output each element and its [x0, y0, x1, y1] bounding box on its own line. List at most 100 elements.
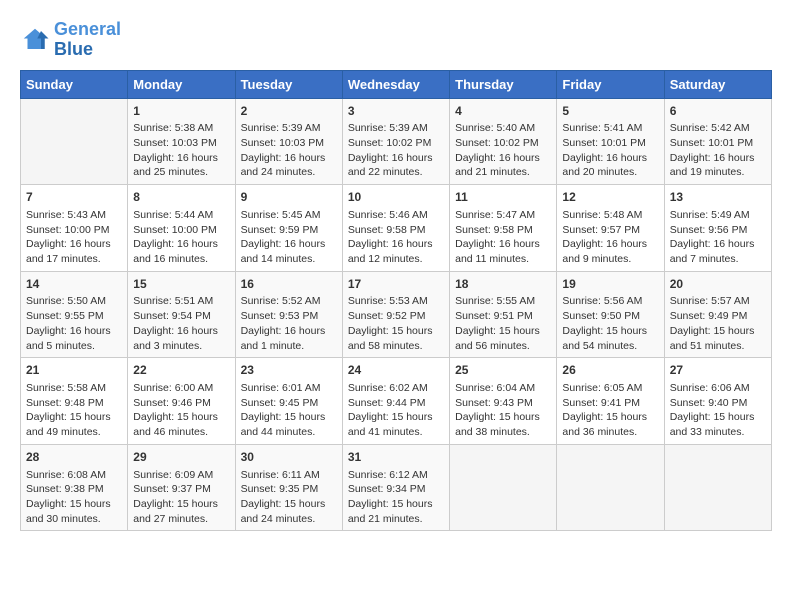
calendar-cell: 13Sunrise: 5:49 AM Sunset: 9:56 PM Dayli… — [664, 185, 771, 272]
calendar-cell: 6Sunrise: 5:42 AM Sunset: 10:01 PM Dayli… — [664, 98, 771, 185]
day-number: 24 — [348, 362, 444, 379]
day-info: Sunrise: 5:39 AM Sunset: 10:02 PM Daylig… — [348, 121, 444, 180]
day-info: Sunrise: 5:48 AM Sunset: 9:57 PM Dayligh… — [562, 208, 658, 267]
calendar-cell: 8 Sunrise: 5:44 AM Sunset: 10:00 PM Dayli… — [128, 185, 235, 272]
day-info: Sunrise: 5:51 AM Sunset: 9:54 PM Dayligh… — [133, 294, 229, 353]
calendar-cell — [450, 444, 557, 531]
calendar-cell: 28 Sunrise: 6:08 AM Sunset: 9:38 PM Dayli… — [21, 444, 128, 531]
day-number: 23 — [241, 362, 337, 379]
day-info: Sunrise: 5:58 AM Sunset: 9:48 PM Dayligh… — [26, 381, 122, 440]
day-info: Sunrise: 5:43 AM Sunset: 10:00 PM Daylig… — [26, 208, 122, 267]
day-info: Sunrise: 5:45 AM Sunset: 9:59 PM Dayligh… — [241, 208, 337, 267]
day-info: Sunrise: 5:47 AM Sunset: 9:58 PM Dayligh… — [455, 208, 551, 267]
column-header-thursday: Thursday — [450, 70, 557, 98]
calendar-cell: 29Sunrise: 6:09 AM Sunset: 9:37 PM Dayli… — [128, 444, 235, 531]
calendar-week-row: 28 Sunrise: 6:08 AM Sunset: 9:38 PM Dayli… — [21, 444, 772, 531]
calendar-cell: 18Sunrise: 5:55 AM Sunset: 9:51 PM Dayli… — [450, 271, 557, 358]
day-number: 3 — [348, 103, 444, 120]
day-number: 16 — [241, 276, 337, 293]
calendar-cell: 11 Sunrise: 5:47 AM Sunset: 9:58 PM Dayli… — [450, 185, 557, 272]
calendar-header-row: SundayMondayTuesdayWednesdayThursdayFrid… — [21, 70, 772, 98]
column-header-sunday: Sunday — [21, 70, 128, 98]
day-number: 31 — [348, 449, 444, 466]
calendar-cell: 7 Sunrise: 5:43 AM Sunset: 10:00 PM Dayli… — [21, 185, 128, 272]
calendar-cell: 12 Sunrise: 5:48 AM Sunset: 9:57 PM Dayli… — [557, 185, 664, 272]
day-info: Sunrise: 5:38 AM Sunset: 10:03 PM Daylig… — [133, 121, 229, 180]
day-info: Sunrise: 6:04 AM Sunset: 9:43 PM Dayligh… — [455, 381, 551, 440]
day-info: Sunrise: 5:49 AM Sunset: 9:56 PM Dayligh… — [670, 208, 766, 267]
day-info: Sunrise: 5:50 AM Sunset: 9:55 PM Dayligh… — [26, 294, 122, 353]
day-number: 18 — [455, 276, 551, 293]
calendar-cell: 3Sunrise: 5:39 AM Sunset: 10:02 PM Dayli… — [342, 98, 449, 185]
calendar-cell: 20Sunrise: 5:57 AM Sunset: 9:49 PM Dayli… — [664, 271, 771, 358]
day-info: Sunrise: 5:53 AM Sunset: 9:52 PM Dayligh… — [348, 294, 444, 353]
calendar-cell: 23 Sunrise: 6:01 AM Sunset: 9:45 PM Dayli… — [235, 358, 342, 445]
day-info: Sunrise: 6:02 AM Sunset: 9:44 PM Dayligh… — [348, 381, 444, 440]
day-number: 15 — [133, 276, 229, 293]
day-number: 26 — [562, 362, 658, 379]
day-number: 27 — [670, 362, 766, 379]
day-number: 8 — [133, 189, 229, 206]
calendar-cell: 19Sunrise: 5:56 AM Sunset: 9:50 PM Dayli… — [557, 271, 664, 358]
day-number: 5 — [562, 103, 658, 120]
day-info: Sunrise: 6:00 AM Sunset: 9:46 PM Dayligh… — [133, 381, 229, 440]
day-number: 20 — [670, 276, 766, 293]
day-number: 25 — [455, 362, 551, 379]
day-info: Sunrise: 5:40 AM Sunset: 10:02 PM Daylig… — [455, 121, 551, 180]
calendar-cell: 24 Sunrise: 6:02 AM Sunset: 9:44 PM Dayli… — [342, 358, 449, 445]
day-info: Sunrise: 6:06 AM Sunset: 9:40 PM Dayligh… — [670, 381, 766, 440]
calendar-week-row: 7 Sunrise: 5:43 AM Sunset: 10:00 PM Dayli… — [21, 185, 772, 272]
calendar-cell: 21 Sunrise: 5:58 AM Sunset: 9:48 PM Dayli… — [21, 358, 128, 445]
column-header-wednesday: Wednesday — [342, 70, 449, 98]
day-info: Sunrise: 5:46 AM Sunset: 9:58 PM Dayligh… — [348, 208, 444, 267]
day-info: Sunrise: 6:12 AM Sunset: 9:34 PM Dayligh… — [348, 468, 444, 527]
day-info: Sunrise: 6:11 AM Sunset: 9:35 PM Dayligh… — [241, 468, 337, 527]
calendar-cell: 17Sunrise: 5:53 AM Sunset: 9:52 PM Dayli… — [342, 271, 449, 358]
column-header-monday: Monday — [128, 70, 235, 98]
column-header-tuesday: Tuesday — [235, 70, 342, 98]
logo-text: General Blue — [54, 20, 121, 60]
day-info: Sunrise: 6:08 AM Sunset: 9:38 PM Dayligh… — [26, 468, 122, 527]
column-header-saturday: Saturday — [664, 70, 771, 98]
calendar-cell: 14Sunrise: 5:50 AM Sunset: 9:55 PM Dayli… — [21, 271, 128, 358]
calendar-cell: 1Sunrise: 5:38 AM Sunset: 10:03 PM Dayli… — [128, 98, 235, 185]
calendar-cell — [21, 98, 128, 185]
calendar-cell: 26 Sunrise: 6:05 AM Sunset: 9:41 PM Dayli… — [557, 358, 664, 445]
day-number: 21 — [26, 362, 122, 379]
day-info: Sunrise: 5:52 AM Sunset: 9:53 PM Dayligh… — [241, 294, 337, 353]
day-number: 1 — [133, 103, 229, 120]
calendar-cell: 9 Sunrise: 5:45 AM Sunset: 9:59 PM Daylig… — [235, 185, 342, 272]
day-info: Sunrise: 6:05 AM Sunset: 9:41 PM Dayligh… — [562, 381, 658, 440]
calendar-cell: 2Sunrise: 5:39 AM Sunset: 10:03 PM Dayli… — [235, 98, 342, 185]
calendar-cell — [664, 444, 771, 531]
calendar-cell: 16Sunrise: 5:52 AM Sunset: 9:53 PM Dayli… — [235, 271, 342, 358]
calendar-cell: 22Sunrise: 6:00 AM Sunset: 9:46 PM Dayli… — [128, 358, 235, 445]
calendar-cell: 10 Sunrise: 5:46 AM Sunset: 9:58 PM Dayli… — [342, 185, 449, 272]
day-number: 10 — [348, 189, 444, 206]
page-header: General Blue — [20, 20, 772, 60]
day-number: 19 — [562, 276, 658, 293]
day-info: Sunrise: 5:42 AM Sunset: 10:01 PM Daylig… — [670, 121, 766, 180]
day-info: Sunrise: 5:55 AM Sunset: 9:51 PM Dayligh… — [455, 294, 551, 353]
calendar-week-row: 14Sunrise: 5:50 AM Sunset: 9:55 PM Dayli… — [21, 271, 772, 358]
day-number: 11 — [455, 189, 551, 206]
day-number: 9 — [241, 189, 337, 206]
calendar-week-row: 1Sunrise: 5:38 AM Sunset: 10:03 PM Dayli… — [21, 98, 772, 185]
day-number: 29 — [133, 449, 229, 466]
day-info: Sunrise: 5:39 AM Sunset: 10:03 PM Daylig… — [241, 121, 337, 180]
day-info: Sunrise: 5:56 AM Sunset: 9:50 PM Dayligh… — [562, 294, 658, 353]
logo: General Blue — [20, 20, 121, 60]
day-info: Sunrise: 5:41 AM Sunset: 10:01 PM Daylig… — [562, 121, 658, 180]
day-info: Sunrise: 6:01 AM Sunset: 9:45 PM Dayligh… — [241, 381, 337, 440]
calendar-cell: 30Sunrise: 6:11 AM Sunset: 9:35 PM Dayli… — [235, 444, 342, 531]
day-number: 28 — [26, 449, 122, 466]
calendar-cell: 25 Sunrise: 6:04 AM Sunset: 9:43 PM Dayli… — [450, 358, 557, 445]
day-number: 14 — [26, 276, 122, 293]
calendar-cell — [557, 444, 664, 531]
calendar-week-row: 21 Sunrise: 5:58 AM Sunset: 9:48 PM Dayli… — [21, 358, 772, 445]
calendar-cell: 27 Sunrise: 6:06 AM Sunset: 9:40 PM Dayli… — [664, 358, 771, 445]
day-number: 7 — [26, 189, 122, 206]
day-number: 12 — [562, 189, 658, 206]
day-info: Sunrise: 5:44 AM Sunset: 10:00 PM Daylig… — [133, 208, 229, 267]
calendar-cell: 15Sunrise: 5:51 AM Sunset: 9:54 PM Dayli… — [128, 271, 235, 358]
